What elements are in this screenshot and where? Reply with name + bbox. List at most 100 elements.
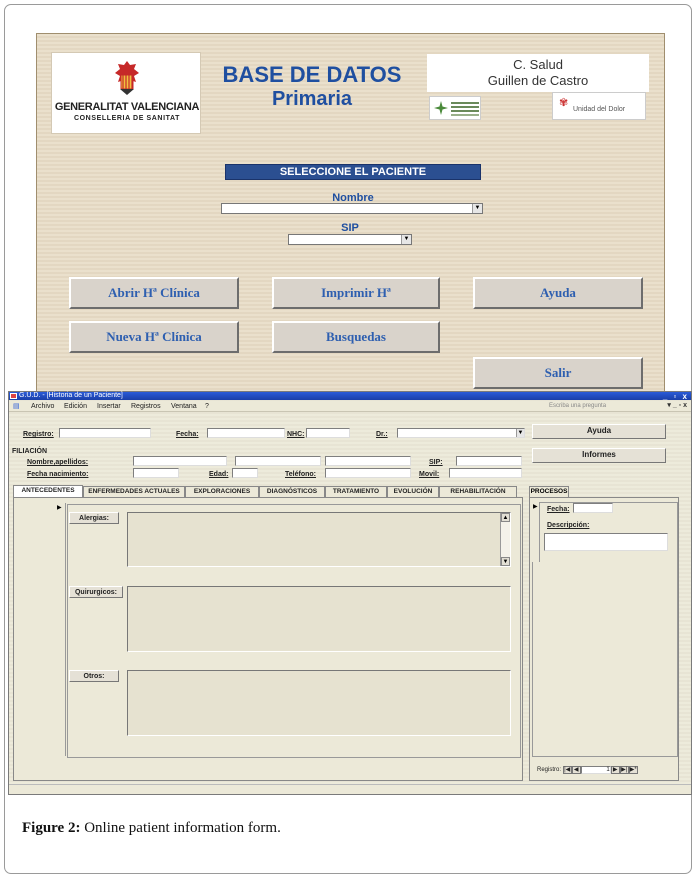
- help-button[interactable]: Ayuda: [532, 424, 666, 439]
- menu-insertar[interactable]: Insertar: [97, 401, 121, 412]
- edad-label: Edad:: [209, 470, 228, 479]
- hospital-logo-icon: [434, 101, 448, 115]
- fecha-field[interactable]: [207, 428, 285, 438]
- registro-label-text: Registro:: [23, 431, 54, 438]
- movil-field[interactable]: [449, 468, 522, 478]
- fecha-nacimiento-label: Fecha nacimiento:: [27, 470, 88, 479]
- nombre-combobox[interactable]: ▼: [221, 203, 483, 214]
- telefono-label: Teléfono:: [285, 470, 316, 479]
- coat-of-arms-icon: [115, 61, 139, 95]
- registro-field[interactable]: [59, 428, 151, 438]
- proceso-fecha-label: Fecha:: [547, 505, 570, 514]
- alergias-button[interactable]: Alergias:: [69, 512, 119, 524]
- form-icon: ▤: [13, 403, 20, 410]
- flower-icon: ✾: [559, 97, 569, 109]
- document-controls[interactable]: ▾ _ ▫ x: [667, 401, 687, 409]
- tab-tratamiento[interactable]: TRATAMIENTO: [325, 486, 387, 497]
- sip-label-text: SIP:: [429, 459, 443, 466]
- procesos-record-selector[interactable]: ▶: [532, 502, 540, 562]
- help-button[interactable]: Ayuda: [473, 277, 643, 309]
- fecha-nacimiento-label-text: Fecha nacimiento:: [27, 471, 89, 478]
- tab-rehabilitacion[interactable]: REHABILITACIÓN: [439, 486, 517, 497]
- sip-combobox[interactable]: ▼: [288, 234, 412, 245]
- chevron-down-icon[interactable]: ▼: [516, 429, 524, 437]
- otros-textarea[interactable]: [127, 670, 511, 736]
- patient-record-window: G.U.D. - [Historia de un Paciente] _ ▫ x…: [8, 391, 692, 795]
- tab-diagnosticos[interactable]: DIAGNÓSTICOS: [259, 486, 325, 497]
- alergias-scrollbar[interactable]: ▲ ▼: [500, 513, 510, 566]
- exit-button[interactable]: Salir: [473, 357, 643, 389]
- tab-enfermedades-actuales[interactable]: ENFERMEDADES ACTUALES: [83, 486, 185, 497]
- patient-selection-form: GENERALITAT VALENCIANA CONSELLERIA DE SA…: [36, 33, 665, 393]
- scroll-down-icon[interactable]: ▼: [501, 557, 510, 566]
- otros-button[interactable]: Otros:: [69, 670, 119, 682]
- apellido1-field[interactable]: [235, 456, 321, 466]
- telefono-label-text: Teléfono:: [285, 471, 316, 478]
- dr-label: Dr.:: [376, 430, 388, 439]
- chevron-down-icon[interactable]: ▼: [401, 235, 411, 244]
- open-record-button[interactable]: Abrir Hª Clínica: [69, 277, 239, 309]
- caption-text: Online patient information form.: [80, 820, 281, 836]
- menu-archivo[interactable]: Archivo: [31, 401, 54, 412]
- last-record-icon[interactable]: ▶|: [619, 766, 629, 774]
- reports-button[interactable]: Informes: [532, 448, 666, 463]
- scroll-up-icon[interactable]: ▲: [501, 513, 510, 522]
- fecha-nacimiento-field[interactable]: [133, 468, 179, 478]
- nombre-label-text: Nombre,apellidos:: [27, 459, 89, 466]
- window-controls[interactable]: _ ▫ x: [663, 392, 689, 401]
- tab-exploraciones[interactable]: EXPLORACIONES: [185, 486, 259, 497]
- proceso-descripcion-label-text: Descripción:: [547, 522, 590, 529]
- menu-ventana[interactable]: Ventana: [171, 401, 197, 412]
- record-selector[interactable]: ▶: [55, 503, 66, 756]
- center-line-2: Guillen de Castro: [487, 73, 589, 88]
- fecha-label-text: Fecha:: [176, 431, 199, 438]
- proceso-descripcion-field[interactable]: [544, 533, 668, 551]
- nhc-label: NHC:: [287, 430, 305, 439]
- record-navigation: Registro: |◀ ◀ 1 ▶ ▶| ▶*: [537, 766, 683, 775]
- alergias-textarea[interactable]: ▲ ▼: [127, 512, 511, 567]
- next-record-icon[interactable]: ▶: [610, 766, 620, 774]
- current-record-icon: ▶: [57, 505, 62, 511]
- new-record-icon[interactable]: ▶*: [628, 766, 638, 774]
- menu-edicion[interactable]: Edición: [64, 401, 87, 412]
- sip-field[interactable]: [456, 456, 522, 466]
- nhc-field[interactable]: [306, 428, 350, 438]
- current-record-icon: ▶: [533, 504, 538, 510]
- new-record-button[interactable]: Nueva Hª Clínica: [69, 321, 239, 353]
- hospital-logo: [429, 96, 481, 120]
- filiacion-heading: FILIACIÓN: [12, 448, 47, 455]
- record-number-field[interactable]: 1: [580, 766, 611, 774]
- health-center-name: C. Salud Guillen de Castro: [427, 54, 649, 92]
- telefono-field[interactable]: [325, 468, 411, 478]
- menu-registros[interactable]: Registros: [131, 401, 161, 412]
- first-record-icon[interactable]: |◀: [562, 766, 572, 774]
- hospital-logo-text: [451, 102, 479, 104]
- figure-caption: Figure 2: Online patient information for…: [22, 820, 281, 837]
- nombre-field[interactable]: [133, 456, 227, 466]
- chevron-down-icon[interactable]: ▼: [472, 204, 482, 213]
- logo-line-2: CONSELLERIA DE SANITAT: [73, 115, 180, 122]
- proceso-fecha-field[interactable]: [573, 503, 613, 513]
- print-record-button[interactable]: Imprimir Hª: [272, 277, 440, 309]
- prev-record-icon[interactable]: ◀: [571, 766, 581, 774]
- quirurgicos-textarea[interactable]: [127, 586, 511, 652]
- tab-antecedentes[interactable]: ANTECEDENTES: [13, 485, 83, 497]
- search-button[interactable]: Busquedas: [272, 321, 440, 353]
- edad-field[interactable]: [232, 468, 258, 478]
- pain-unit-logo: ✾ Unidad del Dolor: [552, 92, 646, 120]
- sip-label: SIP: [341, 222, 359, 234]
- proceso-descripcion-label: Descripción:: [547, 521, 589, 530]
- pain-unit-label: Unidad del Dolor: [573, 106, 626, 113]
- doctor-combobox[interactable]: ▼: [397, 428, 525, 438]
- menu-help[interactable]: ?: [205, 401, 209, 412]
- quirurgicos-button[interactable]: Quirurgicos:: [69, 586, 123, 598]
- proceso-fecha-label-text: Fecha:: [547, 506, 570, 513]
- apellido2-field[interactable]: [325, 456, 411, 466]
- edad-label-text: Edad:: [209, 471, 229, 478]
- select-patient-header: SELECCIONE EL PACIENTE: [225, 164, 481, 180]
- help-question-input[interactable]: Escriba una pregunta: [549, 402, 657, 411]
- generalitat-logo: GENERALITAT VALENCIANA CONSELLERIA DE SA…: [51, 52, 201, 134]
- tab-procesos[interactable]: PROCESOS: [529, 486, 569, 497]
- tab-evolucion[interactable]: EVOLUCIÓN: [387, 486, 439, 497]
- menu-bar: ▤ Archivo Edición Insertar Registros Ven…: [9, 401, 691, 412]
